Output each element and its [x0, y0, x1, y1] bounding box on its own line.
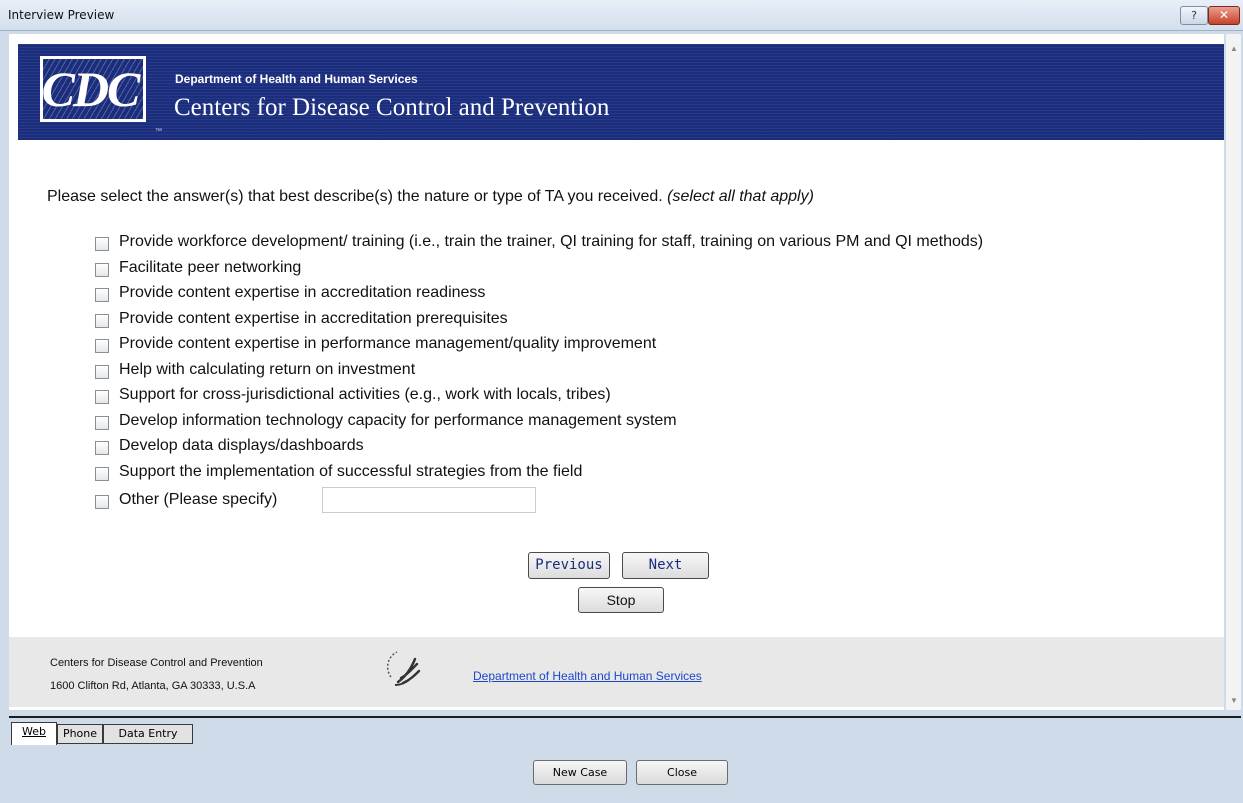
window-titlebar: Interview Preview ? ✕: [0, 0, 1243, 31]
window-title: Interview Preview: [8, 8, 115, 22]
option-label: Facilitate peer networking: [119, 258, 302, 276]
cdc-logo: CDC: [40, 56, 146, 122]
scroll-down-icon[interactable]: ▼: [1230, 696, 1238, 705]
option-label: Provide content expertise in performance…: [119, 335, 657, 352]
option-label: Help with calculating return on investme…: [119, 360, 416, 378]
option-label: Provide content expertise in accreditati…: [119, 284, 486, 301]
option-checkbox[interactable]: [95, 466, 109, 481]
tab-web[interactable]: Web: [11, 722, 57, 745]
option-checkbox[interactable]: [95, 339, 109, 353]
cdc-header-banner: CDC ™ Department of Health and Human Ser…: [18, 44, 1224, 140]
next-button[interactable]: Next: [622, 552, 709, 579]
question-prompt: Please select the answer(s) that best de…: [47, 188, 663, 205]
hhs-eagle-logo-icon: [386, 651, 421, 686]
option-label: Other (Please specify): [119, 491, 278, 508]
option-checkbox[interactable]: [95, 495, 109, 509]
option-checkbox[interactable]: [95, 288, 109, 302]
question-hint: (select all that apply): [667, 188, 814, 205]
dept-name-large: Centers for Disease Control and Preventi…: [174, 94, 610, 121]
scroll-up-icon[interactable]: ▲: [1230, 44, 1238, 53]
interview-preview-pane: CDC ™ Department of Health and Human Ser…: [9, 34, 1224, 710]
option-checkbox[interactable]: [95, 441, 109, 455]
previous-button[interactable]: Previous: [528, 552, 610, 579]
footer-address: 1600 Clifton Rd, Atlanta, GA 30333, U.S.…: [50, 680, 256, 692]
dept-name-small: Department of Health and Human Services: [175, 72, 418, 86]
option-checkbox[interactable]: [95, 313, 109, 328]
option-label: Support the implementation of successful…: [119, 462, 583, 480]
trademark-mark: ™: [155, 128, 162, 135]
option-checkbox[interactable]: [95, 390, 109, 404]
vertical-scrollbar[interactable]: ▲ ▼: [1226, 34, 1241, 710]
mode-tabs: Web Phone Data Entry: [9, 716, 1241, 748]
option-label: Develop data displays/dashboards: [119, 437, 364, 454]
question-text: Please select the answer(s) that best de…: [47, 188, 814, 206]
footer-org-name: Centers for Disease Control and Preventi…: [50, 657, 263, 669]
cdc-logo-text: CDC: [41, 61, 141, 117]
option-label: Develop information technology capacity …: [119, 411, 677, 429]
hhs-link[interactable]: Department of Health and Human Services: [473, 669, 702, 683]
option-label: Support for cross-jurisdictional activit…: [119, 386, 611, 403]
option-checkbox[interactable]: [95, 364, 109, 379]
option-checkbox[interactable]: [95, 237, 109, 251]
option-checkbox[interactable]: [95, 415, 109, 430]
close-window-button[interactable]: ✕: [1208, 6, 1240, 25]
help-button[interactable]: ?: [1180, 6, 1208, 25]
option-checkbox[interactable]: [95, 262, 109, 277]
page-footer: Centers for Disease Control and Preventi…: [9, 637, 1224, 707]
stop-button[interactable]: Stop: [578, 587, 664, 613]
other-specify-input[interactable]: [322, 487, 536, 513]
close-button[interactable]: Close: [636, 760, 728, 785]
tab-data-entry[interactable]: Data Entry: [103, 724, 193, 744]
option-label: Provide content expertise in accreditati…: [119, 309, 508, 327]
tab-phone[interactable]: Phone: [57, 724, 103, 744]
new-case-button[interactable]: New Case: [533, 760, 627, 785]
option-label: Provide workforce development/ training …: [119, 233, 984, 250]
